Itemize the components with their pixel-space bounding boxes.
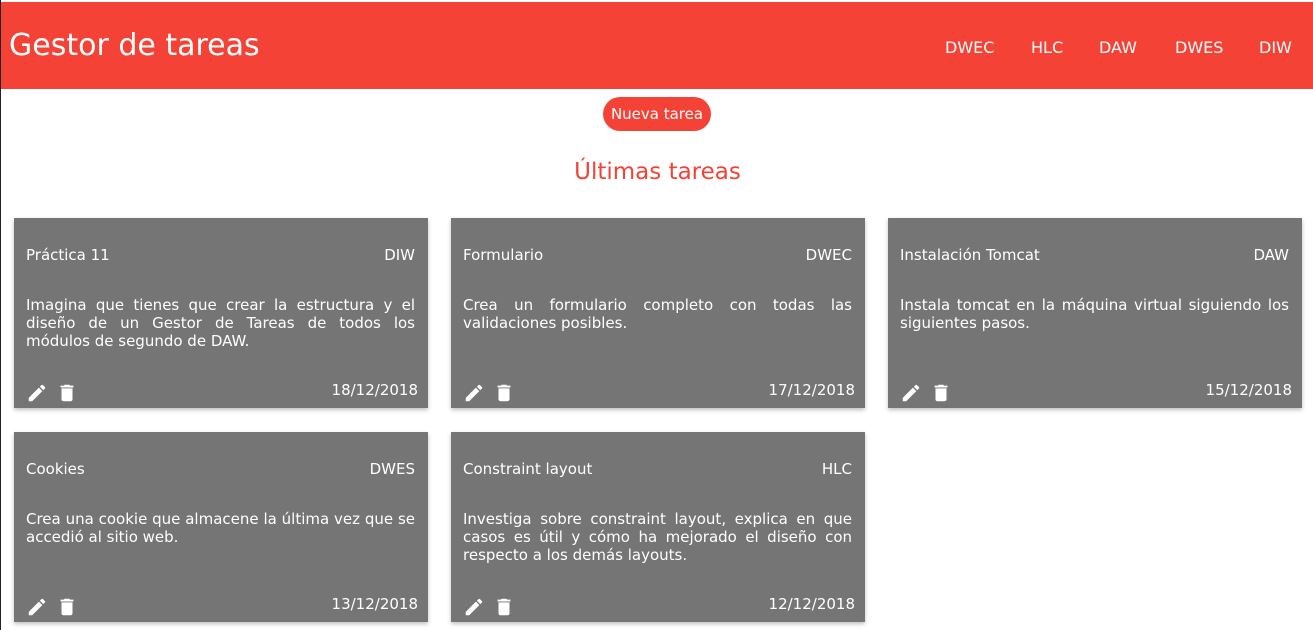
- task-description: Crea un formulario completo con todas la…: [463, 296, 852, 332]
- task-description: Imagina que tienes que crear la estructu…: [26, 296, 415, 350]
- trash-icon[interactable]: [56, 596, 78, 618]
- trash-icon[interactable]: [56, 382, 78, 404]
- task-date: 13/12/2018: [331, 595, 418, 613]
- task-subject: DAW: [1253, 246, 1289, 264]
- pencil-icon[interactable]: [26, 596, 48, 618]
- task-subject: DWES: [369, 460, 415, 478]
- task-card: Formulario DWEC Crea un formulario compl…: [451, 218, 865, 408]
- section-title: Últimas tareas: [574, 159, 741, 185]
- task-card: Instalación Tomcat DAW Instala tomcat en…: [888, 218, 1302, 408]
- task-title: Práctica 11: [26, 246, 110, 264]
- nav-links: DWEC HLC DAW DWES DIW: [1, 37, 1313, 59]
- task-description: Instala tomcat en la máquina virtual sig…: [900, 296, 1289, 332]
- task-date: 12/12/2018: [768, 595, 855, 613]
- task-card: Cookies DWES Crea una cookie que almacen…: [14, 432, 428, 622]
- task-title: Formulario: [463, 246, 544, 264]
- trash-icon[interactable]: [930, 382, 952, 404]
- task-actions: [900, 382, 960, 404]
- task-title: Instalación Tomcat: [900, 246, 1040, 264]
- task-description: Investiga sobre constraint layout, expli…: [463, 510, 852, 564]
- trash-icon[interactable]: [493, 382, 515, 404]
- navbar: Gestor de tareas DWEC HLC DAW DWES DIW: [1, 2, 1313, 89]
- pencil-icon[interactable]: [26, 382, 48, 404]
- task-description: Crea una cookie que almacene la última v…: [26, 510, 415, 546]
- pencil-icon[interactable]: [463, 382, 485, 404]
- task-subject: DWEC: [805, 246, 852, 264]
- nav-link-dwes[interactable]: DWES: [1175, 37, 1223, 59]
- trash-icon[interactable]: [493, 596, 515, 618]
- task-title: Cookies: [26, 460, 85, 478]
- task-actions: [26, 382, 86, 404]
- pencil-icon[interactable]: [900, 382, 922, 404]
- task-actions: [26, 596, 86, 618]
- task-actions: [463, 596, 523, 618]
- task-card: Práctica 11 DIW Imagina que tienes que c…: [14, 218, 428, 408]
- nav-link-dwec[interactable]: DWEC: [945, 37, 994, 59]
- task-subject: DIW: [384, 246, 415, 264]
- nav-link-hlc[interactable]: HLC: [1031, 37, 1063, 59]
- pencil-icon[interactable]: [463, 596, 485, 618]
- nav-link-diw[interactable]: DIW: [1259, 37, 1292, 59]
- task-date: 18/12/2018: [331, 381, 418, 399]
- task-card: Constraint layout HLC Investiga sobre co…: [451, 432, 865, 622]
- task-subject: HLC: [821, 460, 852, 478]
- new-task-button[interactable]: Nueva tarea: [603, 97, 711, 131]
- task-date: 15/12/2018: [1205, 381, 1292, 399]
- task-date: 17/12/2018: [768, 381, 855, 399]
- nav-link-daw[interactable]: DAW: [1099, 37, 1137, 59]
- task-actions: [463, 382, 523, 404]
- task-title: Constraint layout: [463, 460, 593, 478]
